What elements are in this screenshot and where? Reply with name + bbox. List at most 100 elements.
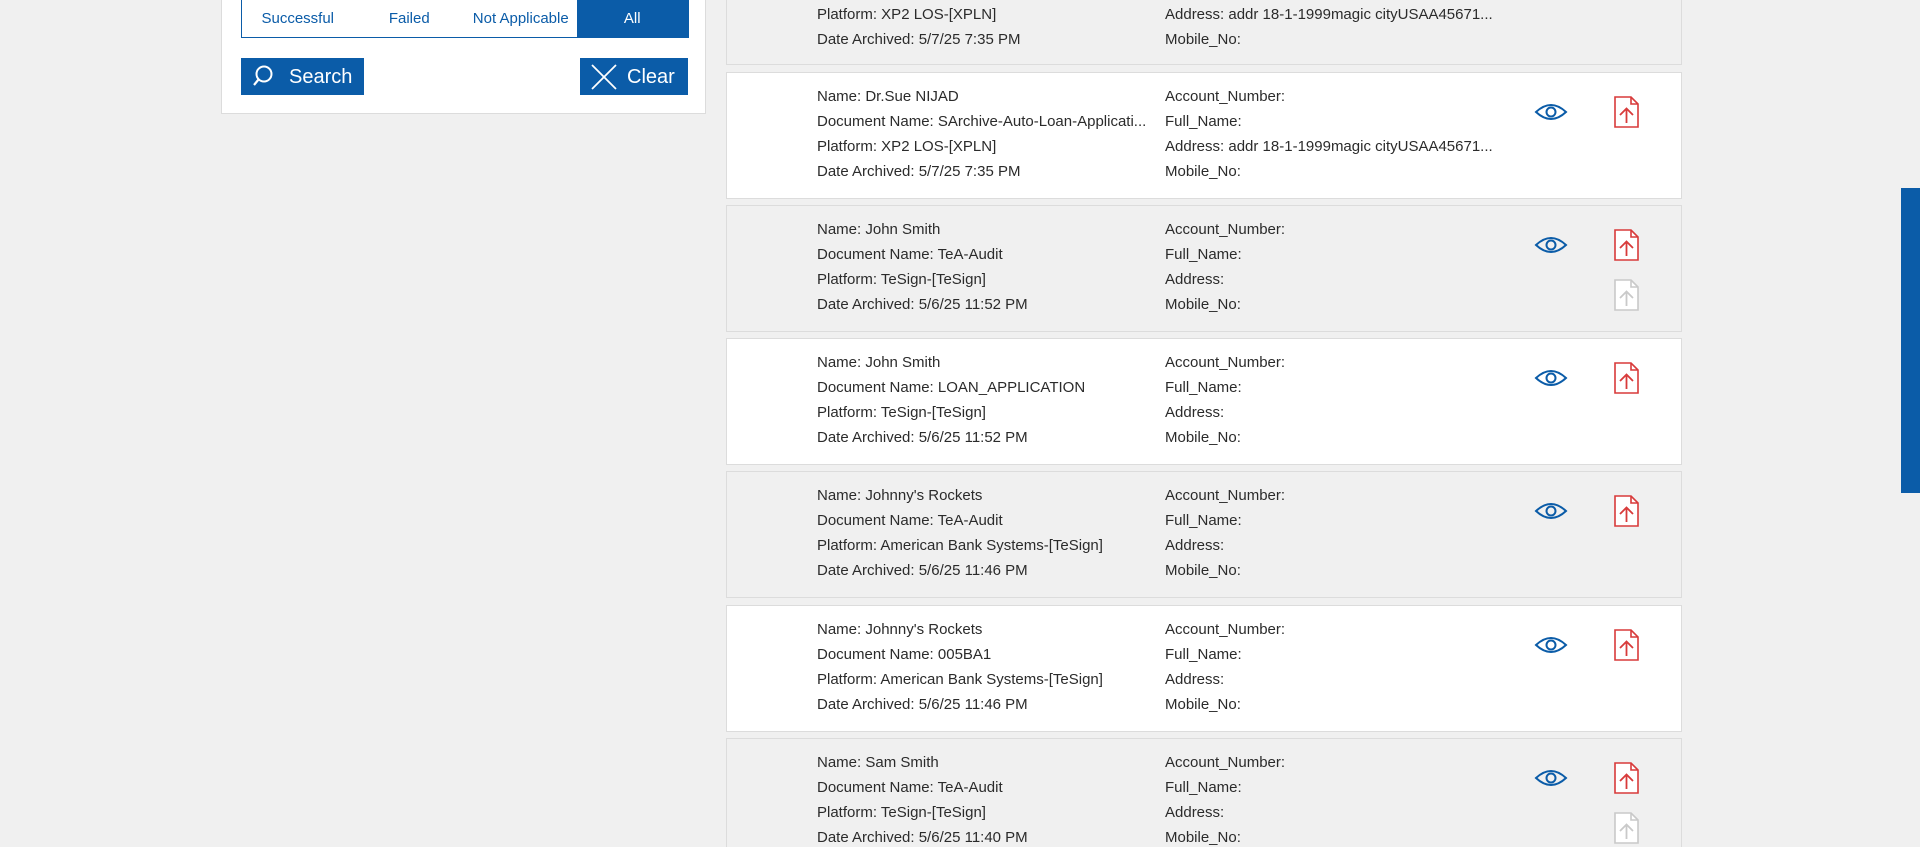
record-right-details: Account_Number: Full_Name: Address: Mobi… (1165, 350, 1495, 450)
eye-icon (1534, 237, 1568, 253)
record-address: Address: (1165, 404, 1225, 421)
record-address: Address: addr 18-1-1999magic cityUSAA456… (1165, 138, 1493, 155)
record-platform: Platform: TeSign-[TeSign] (817, 804, 986, 821)
result-card: Name: John Smith Document Name: LOAN_APP… (726, 338, 1682, 465)
search-button-label: Search (289, 65, 353, 88)
record-document-name: Document Name: SArchive-Auto-Loan-Applic… (817, 113, 1147, 130)
status-filter-toggle: Successful Failed Not Applicable All (241, 0, 689, 38)
record-left-details: Name: Johnny's Rockets Document Name: Te… (817, 483, 1147, 583)
download-pdf-button[interactable] (1611, 361, 1641, 395)
pdf-upload-icon (1614, 629, 1639, 661)
record-platform: Platform: American Bank Systems-[TeSign] (817, 537, 1103, 554)
view-document-button[interactable] (1533, 232, 1569, 258)
result-card: Platform: XP2 LOS-[XPLN] Date Archived: … (726, 0, 1682, 65)
record-document-name: Document Name: TeA-Audit (817, 512, 1003, 529)
record-date-archived: Date Archived: 5/6/25 11:52 PM (817, 296, 1028, 313)
record-mobile-no: Mobile_No: (1165, 829, 1241, 846)
status-option-not-applicable[interactable]: Not Applicable (465, 0, 577, 37)
record-document-name: Document Name: LOAN_APPLICATION (817, 379, 1086, 396)
close-icon (591, 63, 617, 90)
record-left-details: Name: Sam Smith Document Name: TeA-Audit… (817, 750, 1147, 847)
record-account-number: Account_Number: (1165, 621, 1286, 638)
record-full-name: Full_Name: (1165, 246, 1242, 263)
record-date-archived: Date Archived: 5/7/25 7:35 PM (817, 31, 1021, 48)
record-address: Address: (1165, 537, 1225, 554)
result-card: Name: John Smith Document Name: TeA-Audi… (726, 205, 1682, 332)
record-mobile-no: Mobile_No: (1165, 429, 1241, 446)
pdf-upload-disabled-icon (1614, 279, 1639, 311)
eye-icon (1534, 637, 1568, 653)
record-mobile-no: Mobile_No: (1165, 296, 1241, 313)
eye-icon (1534, 370, 1568, 386)
record-right-details: Account_Number: Full_Name: Address: Mobi… (1165, 617, 1495, 717)
record-left-details: Name: Johnny's Rockets Document Name: 00… (817, 617, 1147, 717)
view-document-button[interactable] (1533, 365, 1569, 391)
record-address: Address: addr 18-1-1999magic cityUSAA456… (1165, 6, 1493, 23)
download-pdf-button[interactable] (1611, 628, 1641, 662)
record-account-number: Account_Number: (1165, 754, 1286, 771)
download-pdf-button[interactable] (1611, 95, 1641, 129)
pdf-upload-icon (1614, 362, 1639, 394)
record-platform: Platform: TeSign-[TeSign] (817, 271, 986, 288)
record-platform: Platform: American Bank Systems-[TeSign] (817, 671, 1103, 688)
status-option-successful[interactable]: Successful (242, 0, 354, 37)
record-name: Name: John Smith (817, 354, 941, 371)
record-name: Name: Dr.Sue NIJAD (817, 88, 959, 105)
secondary-pdf-button (1611, 811, 1641, 845)
record-right-details: Account_Number: Full_Name: Address: Mobi… (1165, 750, 1495, 847)
record-mobile-no: Mobile_No: (1165, 163, 1241, 180)
filter-panel: Successful Failed Not Applicable All Sea… (221, 0, 706, 114)
secondary-pdf-button (1611, 278, 1641, 312)
result-card: Name: Dr.Sue NIJAD Document Name: SArchi… (726, 72, 1682, 199)
pdf-upload-icon (1614, 762, 1639, 794)
record-name: Name: Johnny's Rockets (817, 621, 983, 638)
record-platform: Platform: XP2 LOS-[XPLN] (817, 6, 997, 23)
record-full-name: Full_Name: (1165, 779, 1242, 796)
record-document-name: Document Name: TeA-Audit (817, 246, 1003, 263)
record-right-details: Account_Number: Full_Name: Address: Mobi… (1165, 483, 1495, 583)
record-account-number: Account_Number: (1165, 221, 1286, 238)
view-document-button[interactable] (1533, 99, 1569, 125)
download-pdf-button[interactable] (1611, 228, 1641, 262)
eye-icon (1534, 503, 1568, 519)
eye-icon (1534, 770, 1568, 786)
record-date-archived: Date Archived: 5/6/25 11:40 PM (817, 829, 1028, 846)
record-address: Address: (1165, 671, 1225, 688)
status-option-all[interactable]: All (576, 0, 688, 37)
record-full-name: Full_Name: (1165, 512, 1242, 529)
record-account-number: Account_Number: (1165, 88, 1286, 105)
record-full-name: Full_Name: (1165, 113, 1242, 130)
record-mobile-no: Mobile_No: (1165, 31, 1241, 48)
record-address: Address: (1165, 804, 1225, 821)
download-pdf-button[interactable] (1611, 761, 1641, 795)
record-document-name: Document Name: TeA-Audit (817, 779, 1003, 796)
record-document-name: Document Name: 005BA1 (817, 646, 992, 663)
download-pdf-button[interactable] (1611, 494, 1641, 528)
record-address: Address: (1165, 271, 1225, 288)
status-option-failed[interactable]: Failed (354, 0, 466, 37)
record-platform: Platform: XP2 LOS-[XPLN] (817, 138, 997, 155)
search-icon (253, 64, 279, 90)
record-date-archived: Date Archived: 5/6/25 11:46 PM (817, 562, 1028, 579)
scrollbar-thumb[interactable] (1901, 188, 1920, 493)
clear-button-label: Clear (627, 65, 675, 88)
pdf-upload-icon (1614, 96, 1639, 128)
record-left-details: Name: Dr.Sue NIJAD Document Name: SArchi… (817, 84, 1147, 184)
record-left-details: Name: John Smith Document Name: TeA-Audi… (817, 217, 1147, 317)
record-name: Name: Sam Smith (817, 754, 939, 771)
record-name: Name: John Smith (817, 221, 941, 238)
view-document-button[interactable] (1533, 498, 1569, 524)
view-document-button[interactable] (1533, 632, 1569, 658)
record-right-details: Account_Number: Full_Name: Address: Mobi… (1165, 217, 1495, 317)
record-left-details: Platform: XP2 LOS-[XPLN] Date Archived: … (817, 2, 1147, 52)
search-button[interactable]: Search (241, 58, 364, 95)
pdf-upload-icon (1614, 495, 1639, 527)
view-document-button[interactable] (1533, 765, 1569, 791)
pdf-upload-icon (1614, 229, 1639, 261)
clear-button[interactable]: Clear (580, 58, 688, 95)
record-name: Name: Johnny's Rockets (817, 487, 983, 504)
record-date-archived: Date Archived: 5/6/25 11:46 PM (817, 696, 1028, 713)
record-full-name: Full_Name: (1165, 379, 1242, 396)
result-card: Name: Sam Smith Document Name: TeA-Audit… (726, 738, 1682, 847)
record-mobile-no: Mobile_No: (1165, 562, 1241, 579)
